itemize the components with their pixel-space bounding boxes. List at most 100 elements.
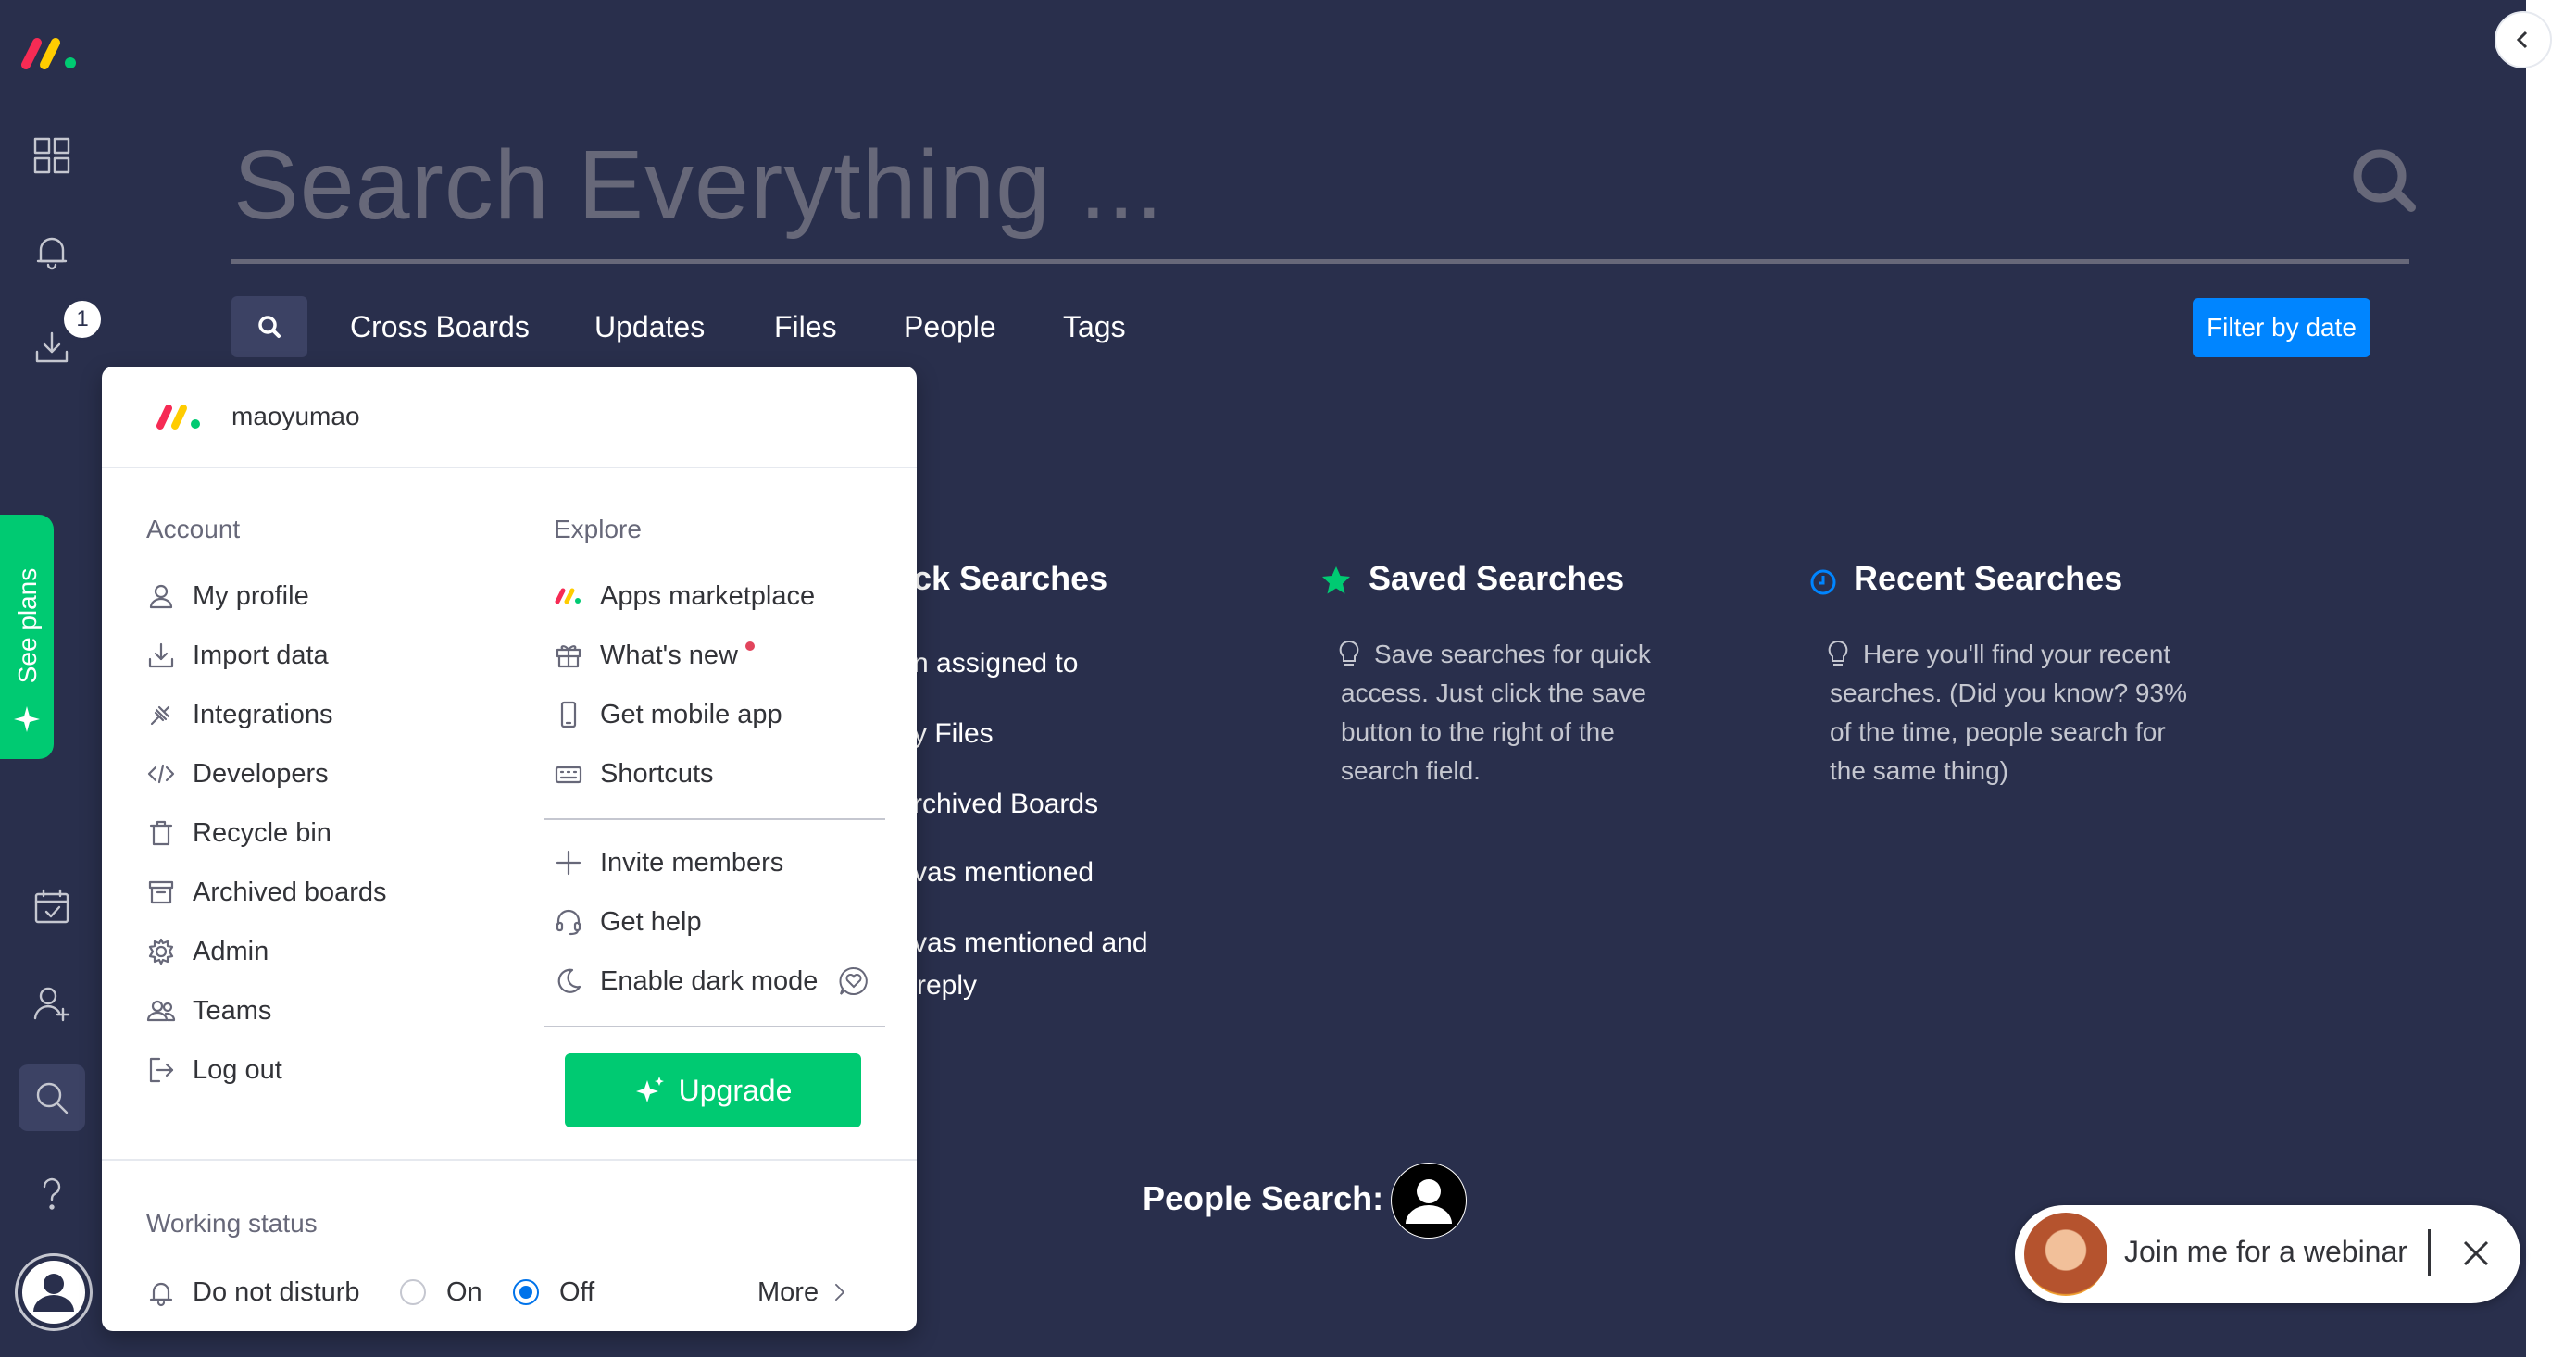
- menu-my-profile[interactable]: My profile: [146, 578, 309, 615]
- menu-enable-dark-mode[interactable]: Enable dark mode: [554, 963, 818, 1000]
- notification-badge: 1: [61, 298, 104, 341]
- menu-divider: [544, 1026, 885, 1027]
- menu-item-label: Teams: [193, 995, 272, 1026]
- account-section-title: Account: [146, 515, 241, 543]
- search-input[interactable]: Search Everything ...: [233, 130, 1164, 242]
- quick-search-item[interactable]: vas mentioned: [913, 857, 1094, 889]
- headset-icon: [556, 909, 581, 936]
- upgrade-label: Upgrade: [678, 1073, 793, 1107]
- quick-search-item[interactable]: n assigned to: [913, 648, 1078, 679]
- menu-apps-marketplace[interactable]: Apps marketplace: [554, 578, 815, 615]
- menu-get-mobile-app[interactable]: Get mobile app: [554, 696, 782, 733]
- menu-admin[interactable]: Admin: [146, 933, 269, 970]
- tab-updates[interactable]: Updates: [594, 304, 705, 350]
- sparkle-icon: [14, 706, 40, 732]
- search-icon[interactable]: [19, 1064, 85, 1131]
- close-icon[interactable]: [2456, 1233, 2496, 1274]
- menu-item-label: Get help: [600, 906, 702, 937]
- account-menu: maoyumao Account My profile Import data …: [102, 367, 917, 1331]
- status-on-radio[interactable]: [400, 1279, 426, 1305]
- keyboard-icon: [555, 766, 582, 784]
- trash-icon: [149, 820, 173, 846]
- upgrade-button[interactable]: Upgrade: [565, 1053, 861, 1127]
- recent-searches-title: Recent Searches: [1854, 559, 2123, 597]
- see-plans-button[interactable]: See plans: [0, 515, 54, 759]
- menu-item-label: Invite members: [600, 847, 784, 878]
- quick-search-item[interactable]: vas mentioned and: [913, 927, 1148, 959]
- webinar-text: Join me for a webinar: [2124, 1235, 2407, 1268]
- menu-get-help[interactable]: Get help: [554, 903, 702, 940]
- menu-developers[interactable]: Developers: [146, 755, 329, 792]
- collapse-panel-button[interactable]: [2495, 11, 2552, 68]
- menu-item-label: Admin: [193, 936, 269, 966]
- tab-cross-boards[interactable]: Cross Boards: [350, 304, 530, 350]
- tab-all-search[interactable]: [231, 296, 307, 357]
- people-search-label: People Search:: [1143, 1179, 1384, 1217]
- person-icon: [22, 1261, 85, 1324]
- menu-import-data[interactable]: Import data: [146, 637, 329, 674]
- logout-icon: [149, 1057, 174, 1083]
- bell-icon[interactable]: [19, 218, 85, 285]
- quick-search-item-cont[interactable]: reply: [917, 970, 977, 1002]
- explore-section-title: Explore: [554, 515, 642, 543]
- search-icon[interactable]: [2348, 139, 2422, 222]
- menu-integrations[interactable]: Integrations: [146, 696, 333, 733]
- gear-icon: [148, 938, 174, 965]
- menu-divider: [544, 818, 885, 820]
- menu-recycle-bin[interactable]: Recycle bin: [146, 815, 331, 852]
- menu-item-label: Integrations: [193, 699, 333, 729]
- menu-log-out[interactable]: Log out: [146, 1052, 282, 1089]
- menu-item-label: What's new: [600, 640, 738, 670]
- menu-item-label: Enable dark mode: [600, 965, 819, 996]
- search-underline: [231, 259, 2409, 264]
- do-not-disturb-row: Do not disturb: [146, 1274, 360, 1311]
- clock-icon: [1810, 569, 1836, 595]
- recent-desc-line: searches. (Did you know? 93%: [1830, 678, 2187, 707]
- more-button[interactable]: More: [757, 1274, 852, 1311]
- status-off-radio[interactable]: [513, 1279, 539, 1305]
- do-not-disturb-label: Do not disturb: [193, 1276, 360, 1307]
- menu-username: maoyumao: [231, 402, 360, 430]
- status-off-label[interactable]: Off: [559, 1274, 594, 1311]
- tab-tags[interactable]: Tags: [1063, 304, 1126, 350]
- chevron-left-icon: [2516, 31, 2528, 49]
- plug-icon: [150, 705, 170, 726]
- new-indicator-dot: [744, 641, 755, 651]
- filter-by-date-button[interactable]: Filter by date: [2193, 298, 2370, 357]
- bell-icon: [149, 1282, 173, 1307]
- menu-item-label: Shortcuts: [600, 758, 714, 789]
- menu-item-label: Import data: [193, 640, 329, 670]
- calendar-check-icon[interactable]: [19, 874, 85, 940]
- workspace-grid-icon[interactable]: [19, 122, 85, 189]
- recent-desc-line: of the time, people search for: [1830, 717, 2166, 746]
- menu-teams[interactable]: Teams: [146, 992, 271, 1029]
- monday-logo: [156, 405, 200, 430]
- saved-searches-title: Saved Searches: [1369, 559, 1625, 597]
- menu-invite-members[interactable]: Invite members: [554, 844, 783, 881]
- tab-people[interactable]: People: [904, 304, 996, 350]
- code-icon: [147, 764, 175, 784]
- add-user-icon[interactable]: [19, 970, 85, 1037]
- menu-whats-new[interactable]: What's new: [554, 637, 755, 674]
- menu-item-label: Developers: [193, 758, 329, 789]
- quick-searches-title: ck Searches: [913, 559, 1108, 597]
- menu-item-label: Archived boards: [193, 877, 387, 907]
- mobile-icon: [560, 701, 577, 728]
- saved-desc-line: button to the right of the: [1341, 717, 1615, 746]
- monday-logo[interactable]: [20, 35, 81, 77]
- feedback-heart-icon[interactable]: [837, 965, 870, 998]
- status-on-label[interactable]: On: [446, 1274, 482, 1311]
- help-icon[interactable]: [19, 1161, 85, 1227]
- menu-header: maoyumao: [102, 367, 917, 468]
- tab-files[interactable]: Files: [774, 304, 837, 350]
- people-search-avatar[interactable]: [1391, 1163, 1467, 1239]
- webinar-popup[interactable]: Join me for a webinar: [2015, 1205, 2520, 1303]
- quick-search-item[interactable]: y Files: [913, 718, 994, 750]
- right-strip: [2526, 0, 2576, 1357]
- user-avatar[interactable]: [15, 1253, 93, 1331]
- team-icon: [146, 1000, 176, 1022]
- menu-archived-boards[interactable]: Archived boards: [146, 874, 387, 911]
- quick-search-item[interactable]: rchived Boards: [913, 789, 1098, 820]
- menu-shortcuts[interactable]: Shortcuts: [554, 755, 714, 792]
- chevron-right-icon: [835, 1283, 845, 1301]
